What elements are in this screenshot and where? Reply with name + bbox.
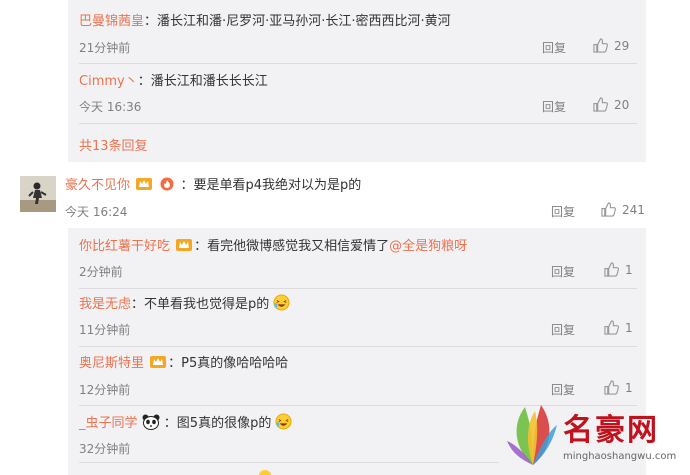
like-count: 20 xyxy=(614,97,630,112)
reply-username[interactable]: Cimmy丶 xyxy=(79,74,138,89)
vip-crown-icon xyxy=(176,239,193,251)
comment-time: 今天 16:24 xyxy=(65,205,128,219)
leaf-logo-icon xyxy=(507,405,557,465)
reply-item: 巴曼锦茜皇：潘长江和潘·尼罗河·亚马孙河·长江·密西西比河·黄河 xyxy=(79,12,690,32)
like-button[interactable]: 29 xyxy=(593,38,629,53)
panda-emoji-icon xyxy=(142,414,160,430)
reply-username[interactable]: 我是无虑 xyxy=(79,297,131,312)
reply-time: 12分钟前 xyxy=(79,383,131,397)
reply-button[interactable]: 回复 xyxy=(551,263,575,280)
like-count: 241 xyxy=(622,202,645,217)
avatar-image xyxy=(20,176,56,212)
vip-crown-icon xyxy=(150,356,167,368)
divider xyxy=(79,123,637,124)
like-count: 1 xyxy=(625,380,633,395)
reply-username[interactable]: 巴曼锦茜皇 xyxy=(79,14,144,29)
partial-emoji-icon xyxy=(259,470,271,475)
avatar[interactable] xyxy=(20,176,56,212)
thumbs-up-icon xyxy=(604,262,619,277)
mention-link[interactable]: @全是狗粮呀 xyxy=(389,239,467,254)
laughing-emoji-icon xyxy=(275,413,292,430)
reply-time: 今天 16:36 xyxy=(79,100,142,114)
vip-crown-icon xyxy=(136,178,153,190)
reply-time: 2分钟前 xyxy=(79,265,123,279)
thumbs-up-icon xyxy=(601,202,616,217)
like-button[interactable]: 1 xyxy=(604,380,633,395)
reply-text: ：图5真的很像p的 xyxy=(163,416,272,431)
reply-item: Cimmy丶：潘长江和潘长长长江 xyxy=(79,72,690,92)
site-watermark: 名豪网 minghaoshangwu.com xyxy=(505,395,690,475)
reply-item: 我是无虑：不单看我也觉得是p的 xyxy=(79,294,690,315)
like-button[interactable]: 241 xyxy=(601,202,645,217)
laughing-emoji-icon xyxy=(273,294,290,311)
like-button[interactable]: 20 xyxy=(593,97,629,112)
watermark-title: 名豪网 xyxy=(563,413,659,448)
reply-item: 奥尼斯特里 ：P5真的像哈哈哈哈 xyxy=(79,354,690,374)
reply-time: 32分钟前 xyxy=(79,442,131,456)
like-button[interactable]: 1 xyxy=(604,262,633,277)
reply-text: ：P5真的像哈哈哈哈 xyxy=(168,356,289,371)
comment-username[interactable]: 豪久不见你 xyxy=(65,178,130,193)
reply-text: ：看完他微博感觉我又相信爱情了 xyxy=(194,239,390,254)
divider xyxy=(79,63,637,64)
thumbs-up-icon xyxy=(604,320,619,335)
reply-button[interactable]: 回复 xyxy=(542,98,566,115)
like-button[interactable]: 1 xyxy=(604,320,633,335)
reply-text: ：潘长江和潘·尼罗河·亚马孙河·长江·密西西比河·黄河 xyxy=(144,14,451,29)
thumbs-up-icon xyxy=(593,97,608,112)
divider xyxy=(79,288,637,289)
thumbs-up-icon xyxy=(593,38,608,53)
comment-content: 豪久不见你 ：要是单看p4我绝对以为是p的 xyxy=(65,176,690,196)
watermark-url: minghaoshangwu.com xyxy=(563,451,677,462)
like-count: 1 xyxy=(625,320,633,335)
comment-text: ：要是单看p4我绝对以为是p的 xyxy=(180,178,362,193)
like-count: 1 xyxy=(625,262,633,277)
reply-username[interactable]: 你比红薯干好吃 xyxy=(79,239,170,254)
reply-button[interactable]: 回复 xyxy=(551,203,575,220)
reply-time: 11分钟前 xyxy=(79,323,131,337)
reply-button[interactable]: 回复 xyxy=(542,39,566,56)
reply-text: ：潘长江和潘长长长江 xyxy=(137,74,268,89)
reply-time: 21分钟前 xyxy=(79,41,131,55)
divider xyxy=(79,346,637,347)
reply-item: 你比红薯干好吃 ：看完他微博感觉我又相信爱情了@全是狗粮呀 xyxy=(79,237,690,257)
like-count: 29 xyxy=(614,38,630,53)
more-replies-link[interactable]: 共13条回复 xyxy=(79,135,148,154)
reply-button[interactable]: 回复 xyxy=(551,321,575,338)
thumbs-up-icon xyxy=(604,380,619,395)
reply-username[interactable]: _虫子同学 xyxy=(79,416,138,431)
fire-badge-icon xyxy=(160,177,174,191)
divider xyxy=(79,462,499,463)
reply-text: ：不单看我也觉得是p的 xyxy=(131,297,270,312)
reply-username[interactable]: 奥尼斯特里 xyxy=(79,356,144,371)
